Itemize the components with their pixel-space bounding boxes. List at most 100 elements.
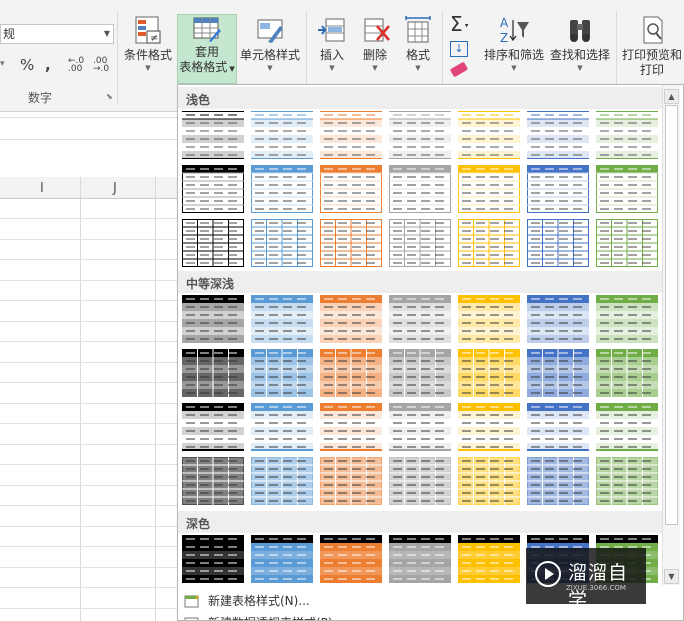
table-style-m3-7[interactable] xyxy=(596,403,658,451)
table-style-preview xyxy=(458,165,520,213)
conditional-formatting-icon: ≠ xyxy=(135,16,161,44)
table-style-l3-4[interactable] xyxy=(389,219,451,267)
find-select-button[interactable]: 查找和选择 ▼ xyxy=(548,14,612,73)
table-style-d1-2[interactable] xyxy=(251,535,313,583)
table-style-l3-7[interactable] xyxy=(596,219,658,267)
new-pivot-style-label: 新建数据透视表样式(P)... xyxy=(208,616,344,620)
chevron-down-icon: ▼ xyxy=(577,64,583,72)
table-style-l2-6[interactable] xyxy=(527,165,589,213)
table-style-preview xyxy=(251,295,313,343)
table-style-l2-7[interactable] xyxy=(596,165,658,213)
grid-line xyxy=(0,567,180,568)
table-style-l1-3[interactable] xyxy=(320,111,382,159)
table-style-m4-1[interactable] xyxy=(182,457,244,505)
table-style-m2-6[interactable] xyxy=(527,349,589,397)
table-style-m4-3[interactable] xyxy=(320,457,382,505)
scrollbar-thumb[interactable] xyxy=(665,105,678,525)
table-style-m2-3[interactable] xyxy=(320,349,382,397)
table-style-m1-5[interactable] xyxy=(458,295,520,343)
table-style-preview xyxy=(596,295,658,343)
table-style-m2-2[interactable] xyxy=(251,349,313,397)
decrease-decimal-button[interactable]: .00 →.0 xyxy=(93,57,109,74)
table-style-m3-1[interactable] xyxy=(182,403,244,451)
table-style-d1-1[interactable] xyxy=(182,535,244,583)
fill-button[interactable]: ↓ xyxy=(450,41,468,57)
table-style-l3-3[interactable] xyxy=(320,219,382,267)
table-style-l3-2[interactable] xyxy=(251,219,313,267)
table-style-m4-2[interactable] xyxy=(251,457,313,505)
table-style-d1-3[interactable] xyxy=(320,535,382,583)
percent-button[interactable]: % xyxy=(20,56,34,74)
chevron-down-icon: ▼ xyxy=(511,64,517,72)
scroll-down-icon[interactable]: ▼ xyxy=(664,569,679,584)
table-style-l2-1[interactable] xyxy=(182,165,244,213)
delete-button[interactable]: 删除 ▼ xyxy=(355,14,395,73)
gallery-scrollbar[interactable]: ▲ ▼ xyxy=(662,85,680,585)
table-style-m3-4[interactable] xyxy=(389,403,451,451)
table-style-l2-2[interactable] xyxy=(251,165,313,213)
table-style-l1-7[interactable] xyxy=(596,111,658,159)
table-style-d1-4[interactable] xyxy=(389,535,451,583)
new-pivot-style-menuitem[interactable]: 新建数据透视表样式(P)... xyxy=(178,612,683,620)
table-style-m4-4[interactable] xyxy=(389,457,451,505)
table-style-l2-4[interactable] xyxy=(389,165,451,213)
table-style-preview xyxy=(182,535,244,583)
print-preview-button[interactable]: 打印预览和 打印 xyxy=(620,14,684,78)
table-style-m2-4[interactable] xyxy=(389,349,451,397)
table-style-l2-5[interactable] xyxy=(458,165,520,213)
format-button[interactable]: 格式 ▼ xyxy=(398,14,438,73)
table-style-m1-6[interactable] xyxy=(527,295,589,343)
table-style-m1-2[interactable] xyxy=(251,295,313,343)
table-style-d1-5[interactable] xyxy=(458,535,520,583)
table-style-m4-6[interactable] xyxy=(527,457,589,505)
table-style-l3-1[interactable] xyxy=(182,219,244,267)
format-label: 格式 xyxy=(405,48,430,62)
svg-text:A: A xyxy=(500,16,509,30)
table-style-preview xyxy=(182,165,244,213)
column-header-i[interactable]: I xyxy=(40,181,44,196)
insert-button[interactable]: 插入 ▼ xyxy=(312,14,352,73)
table-style-m2-7[interactable] xyxy=(596,349,658,397)
table-style-preview xyxy=(182,403,244,451)
comma-button[interactable]: , xyxy=(45,56,51,74)
sort-filter-button[interactable]: A Z 排序和筛选 ▼ xyxy=(482,14,546,73)
table-style-l1-1[interactable] xyxy=(182,111,244,159)
table-style-m3-6[interactable] xyxy=(527,403,589,451)
table-style-l2-3[interactable] xyxy=(320,165,382,213)
table-style-l1-2[interactable] xyxy=(251,111,313,159)
table-style-m1-3[interactable] xyxy=(320,295,382,343)
table-style-l1-6[interactable] xyxy=(527,111,589,159)
grid-line xyxy=(0,259,180,260)
table-style-l1-5[interactable] xyxy=(458,111,520,159)
table-style-m1-4[interactable] xyxy=(389,295,451,343)
cell-styles-button[interactable]: 单元格样式 ▼ xyxy=(238,14,302,73)
print-preview-label-1: 打印预览和 xyxy=(621,48,682,62)
table-style-l1-4[interactable] xyxy=(389,111,451,159)
table-style-m3-3[interactable] xyxy=(320,403,382,451)
table-style-preview xyxy=(527,403,589,451)
table-style-m3-5[interactable] xyxy=(458,403,520,451)
table-style-m1-1[interactable] xyxy=(182,295,244,343)
table-style-l3-5[interactable] xyxy=(458,219,520,267)
grid-line xyxy=(0,546,180,547)
conditional-formatting-button[interactable]: ≠ 条件格式 ▼ xyxy=(120,14,176,73)
table-style-m2-1[interactable] xyxy=(182,349,244,397)
table-style-preview xyxy=(251,457,313,505)
table-style-m4-5[interactable] xyxy=(458,457,520,505)
table-style-m4-7[interactable] xyxy=(596,457,658,505)
autosum-button[interactable]: Σ ▾ xyxy=(450,14,468,36)
increase-decimal-button[interactable]: ←.0 .00 xyxy=(68,57,84,74)
scroll-up-icon[interactable]: ▲ xyxy=(664,89,679,104)
table-style-m1-7[interactable] xyxy=(596,295,658,343)
dialog-launcher-icon[interactable]: ⬊ xyxy=(106,92,113,101)
format-cells-icon xyxy=(405,16,431,43)
accounting-format-chevron-icon[interactable]: ▾ xyxy=(0,59,5,69)
number-format-dropdown[interactable]: 规 ▼ xyxy=(0,24,114,44)
table-style-m3-2[interactable] xyxy=(251,403,313,451)
table-style-m2-5[interactable] xyxy=(458,349,520,397)
column-header-j[interactable]: J xyxy=(113,181,117,196)
clear-button[interactable] xyxy=(449,61,469,78)
format-as-table-button[interactable]: 套用 表格格式 ▼ xyxy=(177,14,237,84)
watermark-logo: 溜溜自学 ZIXUE.3066.COM xyxy=(526,548,646,611)
table-style-l3-6[interactable] xyxy=(527,219,589,267)
